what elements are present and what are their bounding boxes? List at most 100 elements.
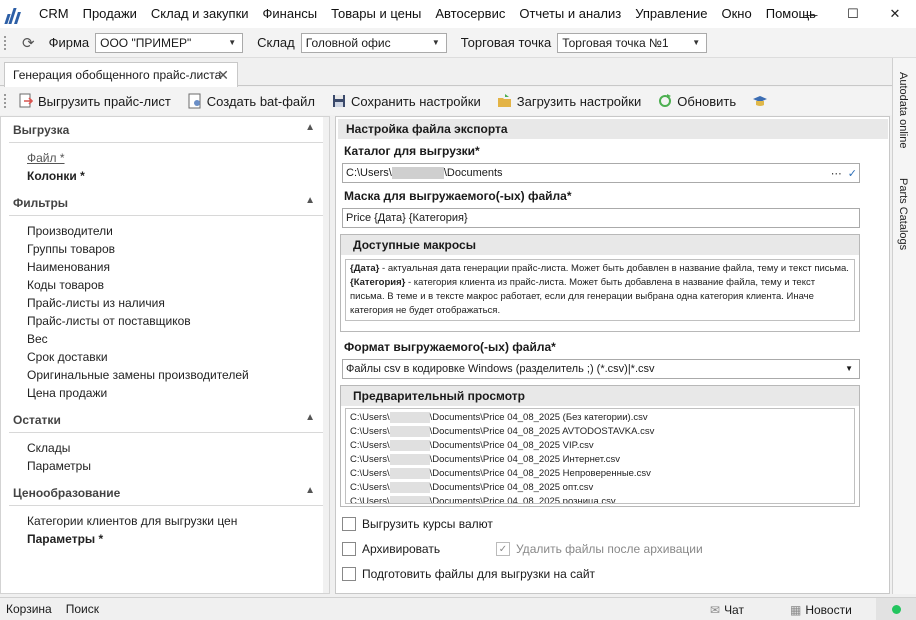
export-icon xyxy=(18,93,34,109)
redacted-username xyxy=(389,411,430,423)
close-icon[interactable]: ✕ xyxy=(217,67,229,84)
nav-scrollbar[interactable] xyxy=(323,117,329,593)
chevron-up-icon[interactable]: ▲ xyxy=(305,195,315,206)
nav-stock-warehouses[interactable]: Склады xyxy=(27,441,70,455)
nav-filter-original-replacements[interactable]: Оригинальные замены производителей xyxy=(27,368,249,382)
main-menu: CRM Продажи Склад и закупки Финансы Това… xyxy=(32,0,823,28)
menu-autoservice[interactable]: Автосервис xyxy=(428,0,512,28)
nav-filter-codes[interactable]: Коды товаров xyxy=(27,278,104,292)
nav-filter-manufacturers[interactable]: Производители xyxy=(27,224,113,238)
catalog-path-field[interactable]: C:\Users\ \Documents ⋯ ✓ xyxy=(342,163,860,183)
close-button[interactable]: ✕ xyxy=(874,0,916,28)
divider xyxy=(9,142,323,143)
macros-group: Доступные макросы {Дата} - актуальная да… xyxy=(340,234,860,332)
catalog-label: Каталог для выгрузки* xyxy=(344,144,480,158)
nav-file[interactable]: Файл * xyxy=(27,151,65,165)
refresh-button[interactable]: Обновить xyxy=(657,93,736,109)
chevron-up-icon[interactable]: ▲ xyxy=(305,122,315,133)
news-button[interactable]: ▦ Новости xyxy=(790,598,852,620)
menu-finance[interactable]: Финансы xyxy=(256,0,325,28)
redacted-username xyxy=(389,495,430,503)
preview-list[interactable]: C:\Users\ \Documents\Price 04_08_2025 (Бе… xyxy=(345,408,855,504)
online-dot-icon xyxy=(891,605,901,614)
list-item: C:\Users\ \Documents\Price 04_08_2025 роз… xyxy=(350,495,850,503)
divider xyxy=(9,432,323,433)
prepare-site-files-checkbox[interactable]: Подготовить файлы для выгрузки на сайт xyxy=(342,567,595,581)
nav-filter-sale-price[interactable]: Цена продажи xyxy=(27,386,107,400)
nav-filter-supplier-price-lists[interactable]: Прайс-листы от поставщиков xyxy=(27,314,191,328)
refresh-icon[interactable]: ⟳ xyxy=(22,34,35,52)
menu-crm[interactable]: CRM xyxy=(32,0,76,28)
format-label: Формат выгружаемого(-ых) файла* xyxy=(344,340,556,354)
chevron-up-icon[interactable]: ▲ xyxy=(305,485,315,496)
document-tabs: Генерация обобщенного прайс-листа ✕ xyxy=(0,58,892,87)
calendar-icon: ▦ xyxy=(790,602,802,617)
nav-pricing-parameters[interactable]: Параметры * xyxy=(27,532,103,546)
divider xyxy=(9,505,323,506)
chat-button[interactable]: ✉ Чат xyxy=(710,598,744,620)
app-logo xyxy=(4,4,26,24)
nav-filter-product-groups[interactable]: Группы товаров xyxy=(27,242,115,256)
format-select[interactable]: Файлы csv в кодировке Windows (разделите… xyxy=(342,359,860,379)
section-pricing[interactable]: Ценообразование ▲ xyxy=(1,482,323,504)
nav-filter-weight[interactable]: Вес xyxy=(27,332,48,346)
firm-select[interactable]: ООО "ПРИМЕР" ▼ xyxy=(95,32,244,53)
menu-window[interactable]: Окно xyxy=(715,0,759,28)
redacted-username xyxy=(389,481,430,493)
menu-warehouse[interactable]: Склад и закупки xyxy=(144,0,256,28)
chevron-up-icon[interactable]: ▲ xyxy=(305,412,315,423)
toolbar-grip[interactable] xyxy=(4,94,10,108)
minimize-button[interactable]: — xyxy=(790,0,832,28)
nav-filter-names[interactable]: Наименования xyxy=(27,260,110,274)
graduation-cap-icon xyxy=(752,93,768,109)
nav-pricing-client-categories[interactable]: Категории клиентов для выгрузки цен xyxy=(27,514,237,528)
warehouse-label: Склад xyxy=(257,35,295,50)
menu-products[interactable]: Товары и цены xyxy=(324,0,428,28)
nav-columns[interactable]: Колонки * xyxy=(27,169,85,183)
list-item: C:\Users\ \Documents\Price 04_08_2025 Инт… xyxy=(350,453,620,465)
menu-reports[interactable]: Отчеты и анализ xyxy=(512,0,628,28)
macros-description: {Дата} - актуальная дата генерации прайс… xyxy=(345,259,855,321)
create-bat-file-button[interactable]: Создать bat-файл xyxy=(187,93,315,109)
load-settings-button[interactable]: Загрузить настройки xyxy=(497,93,641,109)
section-filters[interactable]: Фильтры ▲ xyxy=(1,192,323,214)
rail-autodata-online[interactable]: Autodata online xyxy=(897,72,909,148)
browse-icon[interactable]: ⋯ xyxy=(831,165,842,183)
outlet-select[interactable]: Торговая точка №1 ▼ xyxy=(557,32,708,53)
save-settings-button[interactable]: Сохранить настройки xyxy=(331,93,481,109)
maximize-button[interactable]: ☐ xyxy=(832,0,874,28)
section-stock[interactable]: Остатки ▲ xyxy=(1,409,323,431)
toolbar-grip[interactable] xyxy=(4,35,10,50)
panel-title: Настройка файла экспорта xyxy=(338,119,888,139)
menu-management[interactable]: Управление xyxy=(628,0,714,28)
nav-filter-delivery-time[interactable]: Срок доставки xyxy=(27,350,108,364)
refresh-icon xyxy=(657,93,673,109)
rail-parts-catalogs[interactable]: Parts Catalogs xyxy=(897,178,909,250)
connection-status-indicator xyxy=(876,598,916,620)
menu-sales[interactable]: Продажи xyxy=(76,0,144,28)
section-export[interactable]: Выгрузка ▲ xyxy=(1,119,323,141)
delete-after-archive-checkbox: ✓ Удалить файлы после архивации xyxy=(496,542,703,556)
export-settings-panel: Настройка файла экспорта Каталог для выг… xyxy=(335,116,890,594)
chevron-down-icon: ▼ xyxy=(845,364,853,373)
macros-heading: Доступные макросы xyxy=(341,235,859,255)
action-toolbar: Выгрузить прайс-лист Создать bat-файл Со… xyxy=(0,87,892,115)
checkmark-icon[interactable]: ✓ xyxy=(848,165,857,183)
list-item: C:\Users\ \Documents\Price 04_08_2025 Неп… xyxy=(350,467,651,479)
search-link[interactable]: Поиск xyxy=(66,602,99,616)
redacted-username xyxy=(391,167,444,180)
graduation-cap-button[interactable] xyxy=(752,93,772,109)
export-price-list-button[interactable]: Выгрузить прайс-лист xyxy=(18,93,171,109)
archive-checkbox[interactable]: Архивировать xyxy=(342,542,440,556)
export-currency-checkbox[interactable]: Выгрузить курсы валют xyxy=(342,517,493,531)
status-bar: Корзина Поиск ✉ Чат ▦ Новости xyxy=(0,597,916,620)
right-side-rail: Autodata online Parts Catalogs xyxy=(892,58,916,594)
divider xyxy=(9,215,323,216)
cart-link[interactable]: Корзина xyxy=(6,602,52,616)
nav-stock-parameters[interactable]: Параметры xyxy=(27,459,91,473)
folder-open-icon xyxy=(497,93,513,109)
mask-field[interactable]: Price {Дата} {Категория} xyxy=(342,208,860,228)
nav-filter-stock-price-lists[interactable]: Прайс-листы из наличия xyxy=(27,296,165,310)
warehouse-select[interactable]: Головной офис ▼ xyxy=(300,32,447,53)
tab-price-list-generation[interactable]: Генерация обобщенного прайс-листа ✕ xyxy=(4,62,238,87)
